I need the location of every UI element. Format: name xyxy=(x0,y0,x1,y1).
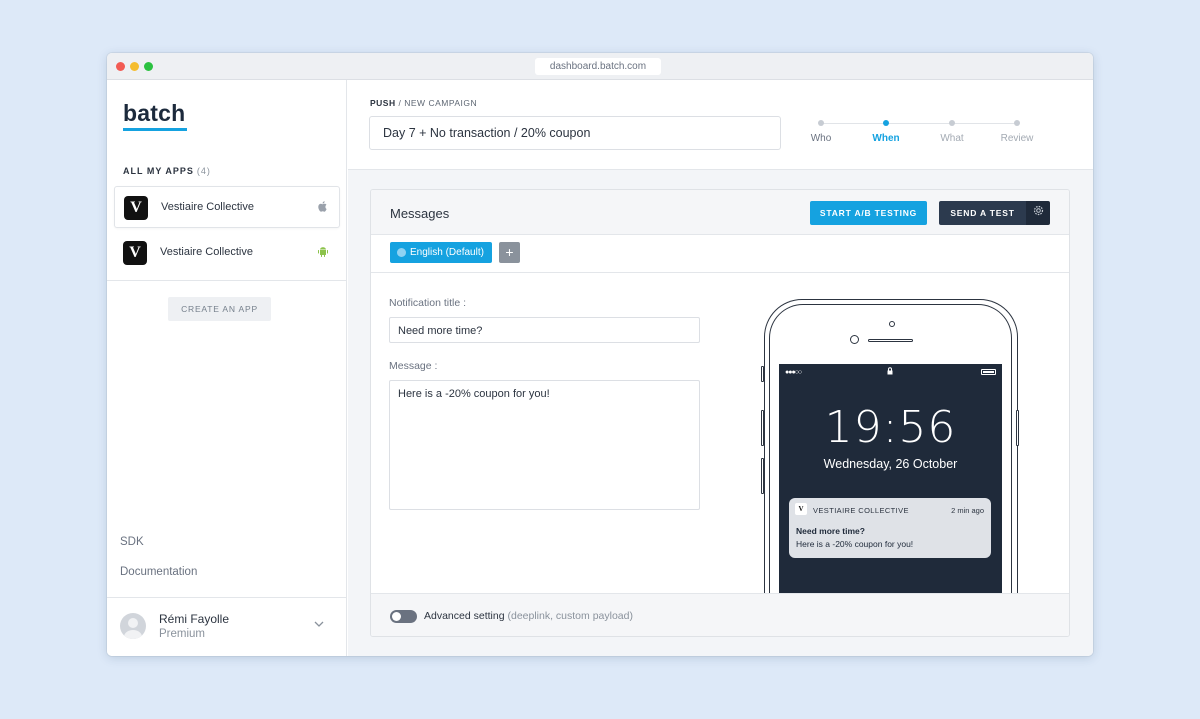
address-bar[interactable]: dashboard.batch.com xyxy=(535,58,661,75)
apps-header: ALL MY APPS (4) xyxy=(123,166,211,176)
phone-sensor xyxy=(889,321,895,327)
sidebar: batch ALL MY APPS (4) V Vestiaire Collect… xyxy=(107,80,347,656)
apple-icon xyxy=(318,201,327,215)
create-app-button[interactable]: CREATE AN APP xyxy=(168,297,271,321)
app-name: Vestiaire Collective xyxy=(161,201,254,213)
main-content: PUSH / NEW CAMPAIGN Day 7 + No transacti… xyxy=(348,80,1093,656)
gear-icon[interactable] xyxy=(1026,201,1050,225)
step-dot-who[interactable] xyxy=(818,120,824,126)
chevron-down-icon[interactable] xyxy=(314,618,324,630)
phone-status-bar: ●●●○○ xyxy=(779,364,1002,380)
toggle-knob xyxy=(392,612,401,621)
step-dot-when[interactable] xyxy=(883,120,889,126)
notification-app-icon: V xyxy=(795,503,807,515)
logo-underline xyxy=(123,128,187,131)
app-item-ios[interactable]: V Vestiaire Collective xyxy=(114,186,340,228)
message-textarea[interactable]: Here is a -20% coupon for you! xyxy=(389,380,700,510)
user-divider xyxy=(107,597,347,598)
messages-title: Messages xyxy=(390,206,450,221)
notification-time: 2 min ago xyxy=(951,506,984,515)
browser-window: dashboard.batch.com batch ALL MY APPS (4)… xyxy=(107,53,1093,656)
add-language-button[interactable]: + xyxy=(499,242,520,263)
notification-app-name: VESTIAIRE COLLECTIVE xyxy=(813,506,909,515)
lock-icon xyxy=(887,367,893,377)
advanced-setting-hint: (deeplink, custom payload) xyxy=(507,610,633,622)
messages-card-header: Messages START A/B TESTING SEND A TEST xyxy=(371,190,1069,235)
campaign-name-input[interactable]: Day 7 + No transaction / 20% coupon xyxy=(369,116,781,150)
batch-logo[interactable]: batch xyxy=(123,100,185,127)
user-plan: Premium xyxy=(159,628,206,640)
app-logo-icon: V xyxy=(123,241,147,265)
battery-icon xyxy=(981,369,996,375)
avatar[interactable] xyxy=(120,613,146,639)
step-when[interactable]: When xyxy=(856,133,916,144)
phone-lock-screen: ●●●○○ 19:56 Wednesday, 26 October V VEST… xyxy=(779,364,1002,593)
breadcrumb: PUSH / NEW CAMPAIGN xyxy=(370,98,477,108)
phone-power-button xyxy=(1016,410,1019,446)
breadcrumb-page: NEW CAMPAIGN xyxy=(404,98,478,108)
step-dot-what[interactable] xyxy=(949,120,955,126)
steps-progress-line xyxy=(820,123,1016,124)
advanced-setting-title: Advanced setting xyxy=(424,610,505,622)
advanced-settings-bar: Advanced setting (deeplink, custom paylo… xyxy=(371,593,1069,636)
phone-camera xyxy=(850,335,859,344)
apps-count: (4) xyxy=(196,166,211,176)
start-ab-testing-button[interactable]: START A/B TESTING xyxy=(810,201,927,225)
step-who[interactable]: Who xyxy=(791,133,851,144)
advanced-setting-label: Advanced setting (deeplink, custom paylo… xyxy=(424,610,633,622)
phone-speaker xyxy=(868,339,913,342)
language-bar: English (Default) + xyxy=(371,235,1069,273)
phone-volume-down xyxy=(761,458,764,494)
language-flag-icon xyxy=(397,248,406,257)
documentation-link[interactable]: Documentation xyxy=(120,566,197,578)
app-logo-icon: V xyxy=(124,196,148,220)
app-item-android[interactable]: V Vestiaire Collective xyxy=(114,232,340,274)
phone-mute-switch xyxy=(761,366,764,382)
notification-title-label: Notification title : xyxy=(389,297,467,309)
browser-titlebar: dashboard.batch.com xyxy=(107,53,1093,80)
advanced-setting-toggle[interactable] xyxy=(390,610,417,623)
sidebar-divider xyxy=(107,280,347,281)
close-window-button[interactable] xyxy=(116,62,125,71)
notification-title-preview: Need more time? xyxy=(796,526,865,536)
sdk-link[interactable]: SDK xyxy=(120,536,144,548)
breadcrumb-separator: / xyxy=(398,98,402,108)
campaign-header: PUSH / NEW CAMPAIGN Day 7 + No transacti… xyxy=(348,80,1093,170)
language-label: English (Default) xyxy=(410,247,484,258)
signal-icon: ●●●○○ xyxy=(785,369,802,376)
phone-volume-up xyxy=(761,410,764,446)
step-what[interactable]: What xyxy=(922,133,982,144)
message-label: Message : xyxy=(389,360,438,372)
minimize-window-button[interactable] xyxy=(130,62,139,71)
notification-title-input[interactable]: Need more time? xyxy=(389,317,700,343)
push-notification-preview: V VESTIAIRE COLLECTIVE 2 min ago Need mo… xyxy=(789,498,991,558)
step-review[interactable]: Review xyxy=(987,133,1047,144)
lock-screen-date: Wednesday, 26 October xyxy=(823,457,958,471)
app-name: Vestiaire Collective xyxy=(160,246,253,258)
step-dot-review[interactable] xyxy=(1014,120,1020,126)
user-name: Rémi Fayolle xyxy=(159,612,230,626)
language-tab-english[interactable]: English (Default) xyxy=(390,242,492,263)
android-icon xyxy=(318,246,328,260)
apps-header-label: ALL MY APPS xyxy=(123,166,194,176)
send-test-button[interactable]: SEND A TEST xyxy=(939,201,1026,225)
messages-card: Messages START A/B TESTING SEND A TEST E… xyxy=(370,189,1070,637)
maximize-window-button[interactable] xyxy=(144,62,153,71)
notification-body-preview: Here is a -20% coupon for you! xyxy=(796,539,914,549)
lock-screen-time: 19:56 xyxy=(824,402,957,453)
breadcrumb-section[interactable]: PUSH xyxy=(370,98,396,108)
